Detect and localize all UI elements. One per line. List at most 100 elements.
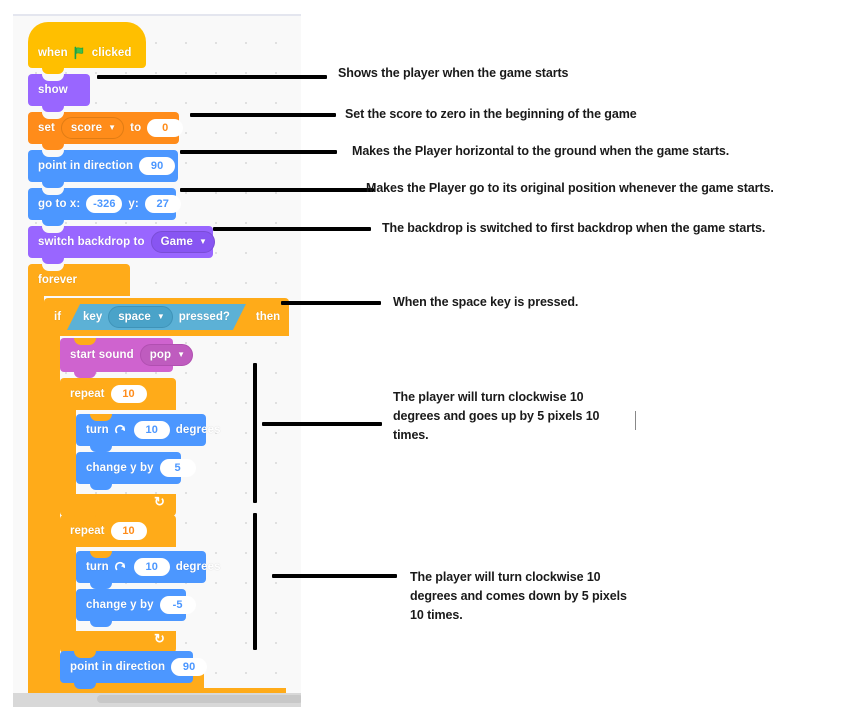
show-label: show bbox=[38, 84, 68, 96]
annotation-repeat-down-line3: 10 times. bbox=[410, 608, 463, 622]
block-forever-header[interactable]: forever bbox=[28, 264, 130, 296]
degrees-label: degrees bbox=[175, 561, 221, 573]
to-label: to bbox=[130, 122, 142, 134]
block-start-sound[interactable]: start sound pop ▼ bbox=[60, 338, 194, 378]
bracket-repeat-up bbox=[253, 363, 257, 503]
point-in-direction-label: point in direction bbox=[38, 160, 134, 172]
backdrop-dropdown-value: Game bbox=[160, 236, 193, 248]
change-y-label: change y by bbox=[86, 462, 154, 474]
start-sound-label: start sound bbox=[70, 349, 134, 361]
x-input[interactable]: -326 bbox=[86, 195, 123, 213]
set-value-input[interactable]: 0 bbox=[147, 119, 184, 137]
leader-line-if-space bbox=[281, 301, 381, 305]
sound-dropdown-value: pop bbox=[149, 349, 172, 361]
y-input[interactable]: 27 bbox=[144, 195, 181, 213]
sound-dropdown[interactable]: pop ▼ bbox=[139, 344, 194, 366]
forever-arm bbox=[28, 296, 44, 688]
block-if-then-header[interactable]: if key space ▼ pressed? then bbox=[44, 298, 289, 336]
block-repeat-1-header[interactable]: repeat 10 bbox=[60, 378, 176, 410]
repeat-label: repeat bbox=[70, 525, 105, 537]
clicked-label: clicked bbox=[91, 47, 132, 59]
block-turn-clockwise-1[interactable]: turn 10 degrees bbox=[76, 414, 220, 452]
backdrop-dropdown[interactable]: Game ▼ bbox=[150, 231, 215, 253]
then-label: then bbox=[255, 311, 281, 323]
annotation-if-space: When the space key is pressed. bbox=[393, 295, 579, 309]
leader-line-show bbox=[97, 75, 327, 79]
pressed-label: pressed? bbox=[178, 311, 230, 323]
annotation-repeat-up: The player will turn clockwise 10 degree… bbox=[393, 388, 643, 445]
point-in-direction-label: point in direction bbox=[70, 661, 166, 673]
block-go-to-xy[interactable]: go to x: -326 y: 27 bbox=[28, 188, 181, 226]
loop-arrow-icon: ↻ bbox=[154, 631, 165, 646]
turn-clockwise-icon bbox=[114, 561, 127, 574]
condition-key-pressed[interactable]: key space ▼ pressed? bbox=[67, 304, 246, 330]
direction-input[interactable]: 90 bbox=[139, 157, 176, 175]
key-dropdown-value: space bbox=[118, 311, 151, 323]
chevron-down-icon: ▼ bbox=[177, 350, 186, 359]
block-switch-backdrop[interactable]: switch backdrop to Game ▼ bbox=[28, 226, 215, 264]
annotation-repeat-down-line2: degrees and comes down by 5 pixels bbox=[410, 589, 627, 603]
annotation-set-score: Set the score to zero in the beginning o… bbox=[345, 107, 637, 121]
switch-backdrop-label: switch backdrop to bbox=[38, 236, 145, 248]
annotation-show: Shows the player when the game starts bbox=[338, 66, 569, 80]
change-y-input[interactable]: 5 bbox=[159, 459, 196, 477]
forever-label: forever bbox=[38, 274, 77, 286]
direction-input[interactable]: 90 bbox=[171, 658, 208, 676]
turn-label: turn bbox=[86, 561, 109, 573]
repeat-2-arm bbox=[60, 547, 76, 631]
block-point-in-direction[interactable]: point in direction 90 bbox=[28, 150, 178, 188]
change-y-input[interactable]: -5 bbox=[159, 596, 196, 614]
block-repeat-2-header[interactable]: repeat 10 bbox=[60, 515, 176, 547]
annotation-repeat-up-line2: degrees and goes up by 5 pixels 10 bbox=[393, 409, 600, 423]
repeat-1-arm bbox=[60, 410, 76, 494]
repeat-count-input[interactable]: 10 bbox=[110, 385, 147, 403]
chevron-down-icon: ▼ bbox=[108, 123, 117, 132]
turn-clockwise-icon bbox=[114, 424, 127, 437]
if-label: if bbox=[54, 311, 62, 323]
annotation-point-direction: Makes the Player horizontal to the groun… bbox=[352, 144, 730, 158]
variable-dropdown-value: score bbox=[70, 122, 103, 134]
if-then-arm bbox=[44, 336, 60, 672]
key-dropdown[interactable]: space ▼ bbox=[108, 306, 173, 328]
annotation-repeat-down-line1: The player will turn clockwise 10 bbox=[410, 570, 601, 584]
leader-line-point-direction bbox=[180, 150, 337, 154]
repeat-count-input[interactable]: 10 bbox=[110, 522, 147, 540]
block-show[interactable]: show bbox=[28, 74, 90, 112]
text-cursor bbox=[635, 411, 636, 430]
block-change-y-1[interactable]: change y by 5 bbox=[76, 452, 196, 490]
leader-line-go-to-xy bbox=[180, 188, 374, 192]
leader-line-repeat-down bbox=[272, 574, 397, 578]
variable-dropdown[interactable]: score ▼ bbox=[60, 117, 125, 139]
block-set-variable[interactable]: set score ▼ to 0 bbox=[28, 112, 184, 150]
scratch-script-canvas[interactable]: when clicked show set score ▼ to 0 point… bbox=[13, 14, 301, 707]
block-when-flag-clicked[interactable]: when clicked bbox=[28, 22, 146, 74]
change-y-label: change y by bbox=[86, 599, 154, 611]
annotation-switch-backdrop: The backdrop is switched to first backdr… bbox=[382, 221, 766, 235]
go-to-x-label: go to x: bbox=[38, 198, 81, 210]
loop-arrow-icon: ↻ bbox=[154, 494, 165, 509]
green-flag-icon bbox=[73, 46, 87, 63]
annotation-repeat-up-line3: times. bbox=[393, 428, 429, 442]
when-label: when bbox=[38, 47, 68, 59]
leader-line-switch-backdrop bbox=[213, 227, 371, 231]
annotation-go-to-xy: Makes the Player go to its original posi… bbox=[366, 181, 774, 195]
go-to-y-label: y: bbox=[128, 198, 139, 210]
turn-degrees-input[interactable]: 10 bbox=[133, 421, 170, 439]
horizontal-scrollbar[interactable] bbox=[97, 695, 301, 703]
turn-degrees-input[interactable]: 10 bbox=[133, 558, 170, 576]
degrees-label: degrees bbox=[175, 424, 221, 436]
block-point-in-direction-2[interactable]: point in direction 90 bbox=[60, 651, 208, 689]
bracket-repeat-down bbox=[253, 513, 257, 650]
leader-line-set-score bbox=[190, 113, 336, 117]
repeat-label: repeat bbox=[70, 388, 105, 400]
block-turn-clockwise-2[interactable]: turn 10 degrees bbox=[76, 551, 220, 589]
annotation-repeat-up-line1: The player will turn clockwise 10 bbox=[393, 390, 584, 404]
key-label: key bbox=[83, 311, 103, 323]
block-change-y-2[interactable]: change y by -5 bbox=[76, 589, 196, 627]
turn-label: turn bbox=[86, 424, 109, 436]
leader-line-repeat-up bbox=[262, 422, 382, 426]
set-label: set bbox=[38, 122, 55, 134]
annotation-repeat-down: The player will turn clockwise 10 degree… bbox=[410, 568, 670, 625]
chevron-down-icon: ▼ bbox=[198, 237, 207, 246]
chevron-down-icon: ▼ bbox=[156, 312, 165, 321]
